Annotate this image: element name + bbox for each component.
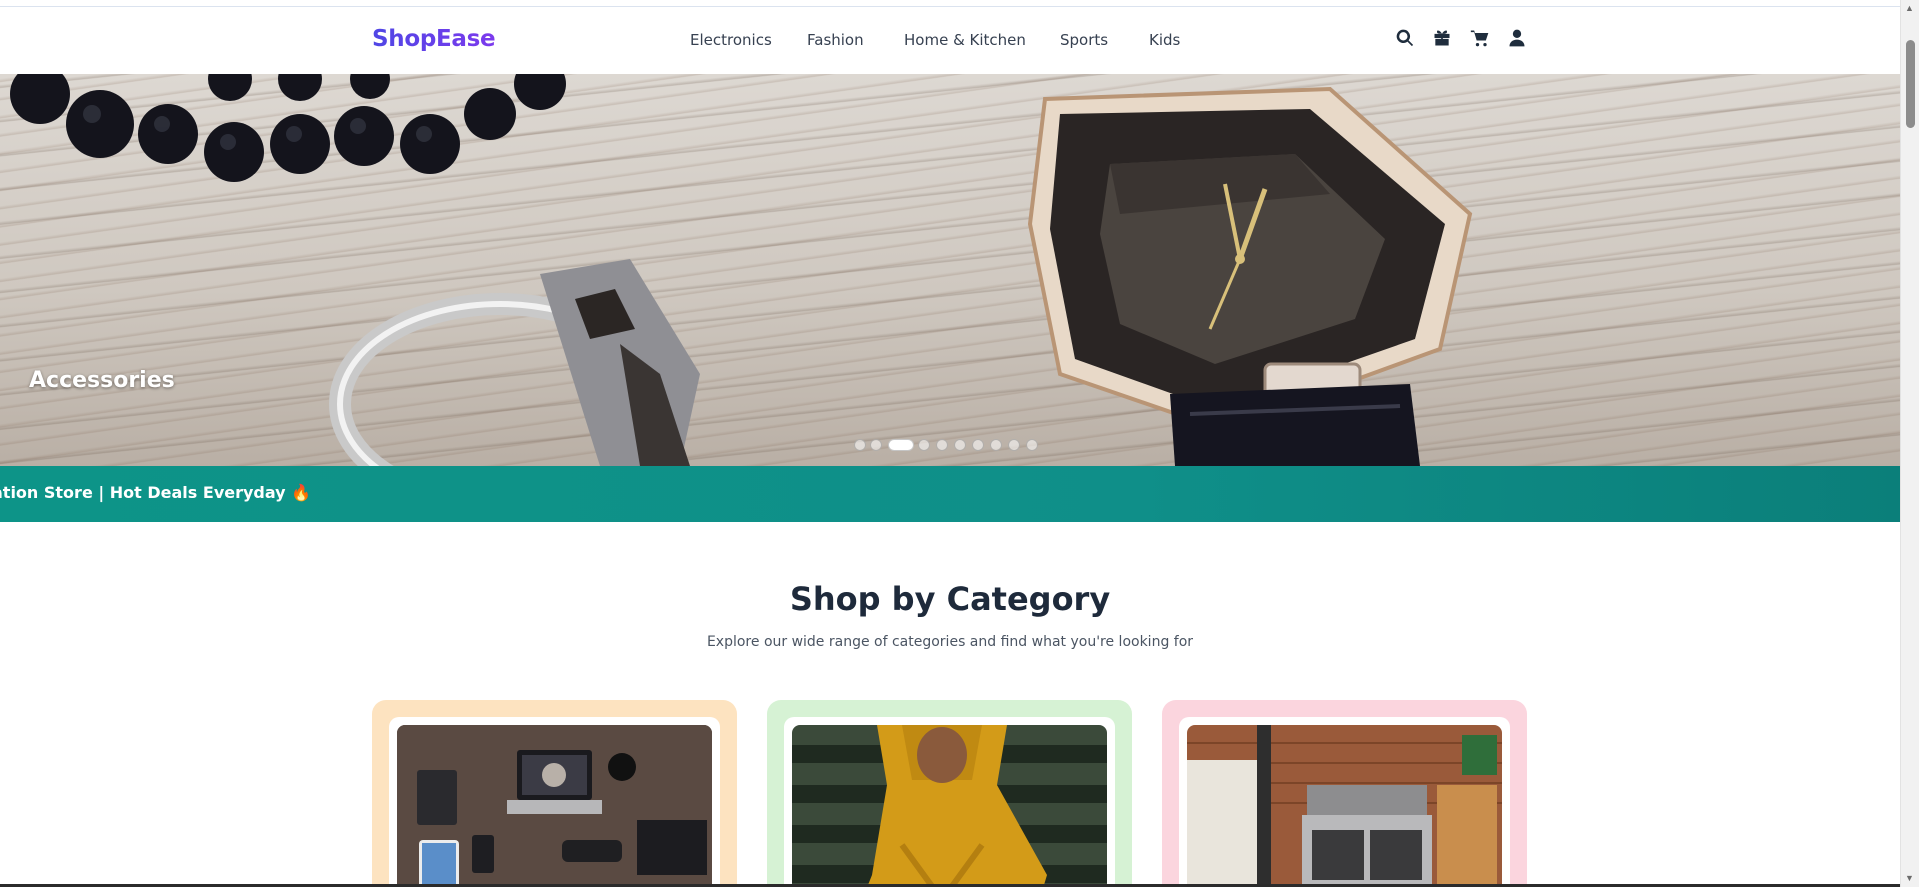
carousel-dot[interactable]	[918, 439, 930, 451]
carousel-dot[interactable]	[990, 439, 1002, 451]
hero-slide-title: Accessories	[29, 368, 175, 393]
carousel-dot[interactable]	[854, 439, 866, 451]
category-card-home-kitchen[interactable]	[1162, 700, 1527, 887]
nav-link-home-kitchen[interactable]: Home & Kitchen	[904, 31, 1026, 49]
carousel-dot[interactable]	[1026, 439, 1038, 451]
category-image-home-kitchen	[1187, 725, 1502, 887]
hero-carousel[interactable]: Accessories	[0, 74, 1900, 466]
nav-link-sports[interactable]: Sports	[1060, 31, 1108, 49]
nav-link-electronics[interactable]: Electronics	[690, 31, 772, 49]
section-subtitle: Explore our wide range of categories and…	[706, 634, 1194, 650]
fire-emoji-icon: 🔥	[291, 483, 312, 502]
navbar: ShopEase Electronics Fashion Home & Kitc…	[0, 7, 1900, 74]
announcement-ticker: ation Store | Hot Deals Everyday 🔥	[0, 466, 1900, 522]
nav-link-kids[interactable]: Kids	[1149, 31, 1180, 49]
carousel-dot[interactable]	[936, 439, 948, 451]
scrollbar-thumb[interactable]	[1906, 40, 1915, 128]
section-title: Shop by Category	[789, 580, 1111, 618]
category-image-fashion	[792, 725, 1107, 887]
carousel-dot[interactable]	[1008, 439, 1020, 451]
gift-box-icon[interactable]	[1431, 27, 1453, 49]
card-frame	[389, 717, 720, 887]
card-frame	[784, 717, 1115, 887]
ticker-text: ation Store | Hot Deals Everyday 🔥	[0, 483, 311, 502]
search-icon[interactable]	[1394, 27, 1416, 49]
carousel-dot-active[interactable]	[888, 439, 914, 451]
brand-logo[interactable]: ShopEase	[372, 26, 496, 52]
category-card-fashion[interactable]	[767, 700, 1132, 887]
nav-link-fashion[interactable]: Fashion	[807, 31, 864, 49]
category-card-electronics[interactable]	[372, 700, 737, 887]
page-scrollbar[interactable]: ▲ ▼	[1900, 0, 1919, 887]
carousel-dot[interactable]	[870, 439, 882, 451]
hero-slide-image	[10, 74, 1473, 466]
card-frame	[1179, 717, 1510, 887]
top-border	[0, 0, 1900, 7]
ticker-message: ation Store | Hot Deals Everyday	[0, 483, 286, 502]
carousel-dot[interactable]	[954, 439, 966, 451]
scroll-up-arrow-icon[interactable]: ▲	[1905, 3, 1914, 13]
scroll-down-arrow-icon[interactable]: ▼	[1905, 873, 1914, 883]
carousel-dot[interactable]	[972, 439, 984, 451]
user-icon[interactable]	[1506, 27, 1528, 49]
category-image-electronics	[397, 725, 712, 887]
cart-icon[interactable]	[1469, 27, 1491, 49]
